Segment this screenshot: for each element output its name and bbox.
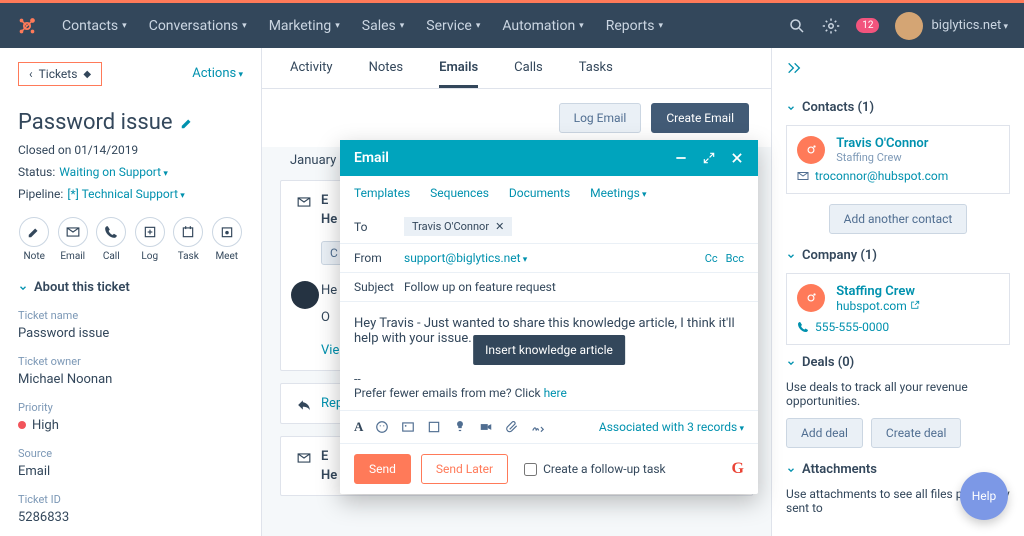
nav-service[interactable]: Service xyxy=(426,18,480,34)
account-menu[interactable]: biglytics.net xyxy=(895,12,1008,40)
send-button[interactable]: Send xyxy=(354,454,411,484)
nav-contacts[interactable]: Contacts xyxy=(62,18,127,34)
field-ticket-name: Password issue xyxy=(18,326,243,341)
compose-tab-templates[interactable]: Templates xyxy=(354,186,410,200)
search-icon[interactable] xyxy=(788,17,806,35)
minimize-icon[interactable] xyxy=(674,151,688,165)
closed-date: Closed on 01/14/2019 xyxy=(18,143,243,157)
status-dropdown[interactable]: Waiting on Support xyxy=(59,165,168,179)
video-icon[interactable] xyxy=(479,420,493,434)
cc-button[interactable]: Cc xyxy=(705,252,718,265)
actions-menu[interactable]: Actions xyxy=(192,66,243,81)
font-icon[interactable]: A xyxy=(354,419,363,435)
subject-input[interactable]: Follow up on feature request xyxy=(404,280,556,294)
nav-conversations[interactable]: Conversations xyxy=(149,18,247,34)
compose-title: Email xyxy=(354,150,389,166)
right-panel: Contacts (1) Travis O'Connor Staffing Cr… xyxy=(771,48,1024,536)
field-source: Email xyxy=(18,464,243,479)
email-compose-dialog: Email Templates Sequences Documents Meet… xyxy=(340,140,758,494)
email-button[interactable]: Email xyxy=(57,217,90,262)
compose-tab-meetings[interactable]: Meetings xyxy=(590,186,646,200)
field-priority: High xyxy=(18,418,243,433)
contacts-section[interactable]: Contacts (1) xyxy=(786,100,1010,115)
task-button[interactable]: Task xyxy=(172,217,205,262)
contact-email[interactable]: troconnor@hubspot.com xyxy=(797,169,999,183)
create-deal-button[interactable]: Create deal xyxy=(871,418,962,448)
gear-icon[interactable] xyxy=(822,17,840,35)
envelope-icon xyxy=(297,195,311,209)
about-ticket-header[interactable]: About this ticket xyxy=(18,280,243,295)
help-button[interactable]: Help xyxy=(960,472,1008,520)
reply-icon xyxy=(297,398,311,412)
edit-title-icon[interactable] xyxy=(180,116,194,130)
hubspot-logo-icon xyxy=(16,15,38,37)
attachment-icon[interactable] xyxy=(505,420,519,434)
company-badge-icon xyxy=(797,284,825,312)
unsubscribe-link[interactable]: here xyxy=(544,386,567,400)
compose-tab-documents[interactable]: Documents xyxy=(509,186,570,200)
company-site[interactable]: hubspot.com xyxy=(836,299,919,313)
create-email-button[interactable]: Create Email xyxy=(651,103,749,133)
emoji-icon[interactable] xyxy=(375,420,389,434)
external-link-icon xyxy=(910,300,920,310)
company-card[interactable]: Staffing Crew hubspot.com 555-555-0000 xyxy=(786,273,1010,345)
google-icon[interactable]: G xyxy=(732,460,744,478)
back-to-tickets[interactable]: ‹ Tickets ◆ xyxy=(18,62,102,86)
add-contact-button[interactable]: Add another contact xyxy=(829,204,968,234)
nav-sales[interactable]: Sales xyxy=(362,18,405,34)
nav-reports[interactable]: Reports xyxy=(606,18,663,34)
send-later-button[interactable]: Send Later xyxy=(421,454,508,484)
tab-calls[interactable]: Calls xyxy=(514,60,543,88)
call-button[interactable]: Call xyxy=(95,217,128,262)
compose-tab-sequences[interactable]: Sequences xyxy=(430,186,489,200)
contact-card[interactable]: Travis O'Connor Staffing Crew troconnor@… xyxy=(786,125,1010,194)
knowledge-article-icon[interactable] xyxy=(453,420,467,434)
snippet-icon[interactable] xyxy=(427,420,441,434)
field-ticket-id: 5286833 xyxy=(18,510,243,525)
tab-activity[interactable]: Activity xyxy=(290,60,333,88)
expand-icon[interactable] xyxy=(702,151,716,165)
company-name[interactable]: Staffing Crew xyxy=(836,284,919,299)
company-section[interactable]: Company (1) xyxy=(786,248,1010,263)
avatar xyxy=(895,12,923,40)
envelope-icon xyxy=(297,451,311,465)
deals-section[interactable]: Deals (0) xyxy=(786,355,1010,370)
signature-icon[interactable] xyxy=(531,420,545,434)
associated-dropdown[interactable]: Associated with 3 records xyxy=(599,420,744,434)
meet-button[interactable]: Meet xyxy=(211,217,244,262)
remove-recipient-icon: ✕ xyxy=(495,220,504,233)
field-owner: Michael Noonan xyxy=(18,372,243,387)
nav-automation[interactable]: Automation xyxy=(502,18,583,34)
recipient-pill[interactable]: Travis O'Connor ✕ xyxy=(404,217,512,236)
followup-checkbox[interactable]: Create a follow-up task xyxy=(524,462,666,476)
tab-tasks[interactable]: Tasks xyxy=(579,60,613,88)
image-icon[interactable] xyxy=(401,420,415,434)
ticket-title: Password issue xyxy=(18,110,172,135)
left-panel: ‹ Tickets ◆ Actions Password issue Close… xyxy=(0,48,262,536)
nav-marketing[interactable]: Marketing xyxy=(269,18,340,34)
close-icon[interactable] xyxy=(730,151,744,165)
contact-name[interactable]: Travis O'Connor xyxy=(836,136,928,151)
bcc-button[interactable]: Bcc xyxy=(726,252,744,265)
top-nav: Contacts Conversations Marketing Sales S… xyxy=(0,3,1024,48)
tab-emails[interactable]: Emails xyxy=(439,60,478,88)
contact-badge-icon xyxy=(797,136,825,164)
tooltip: Insert knowledge article xyxy=(473,335,625,365)
company-phone[interactable]: 555-555-0000 xyxy=(797,320,999,334)
log-button[interactable]: Log xyxy=(134,217,167,262)
thread-avatar xyxy=(291,281,319,309)
log-email-button[interactable]: Log Email xyxy=(559,103,642,133)
tab-notes[interactable]: Notes xyxy=(369,60,404,88)
note-button[interactable]: Note xyxy=(18,217,51,262)
add-deal-button[interactable]: Add deal xyxy=(786,418,863,448)
from-dropdown[interactable]: support@biglytics.net xyxy=(404,251,527,265)
expand-panel-icon[interactable] xyxy=(786,60,802,76)
pipeline-dropdown[interactable]: [*] Technical Support xyxy=(67,187,184,201)
notification-badge[interactable]: 12 xyxy=(856,18,879,33)
